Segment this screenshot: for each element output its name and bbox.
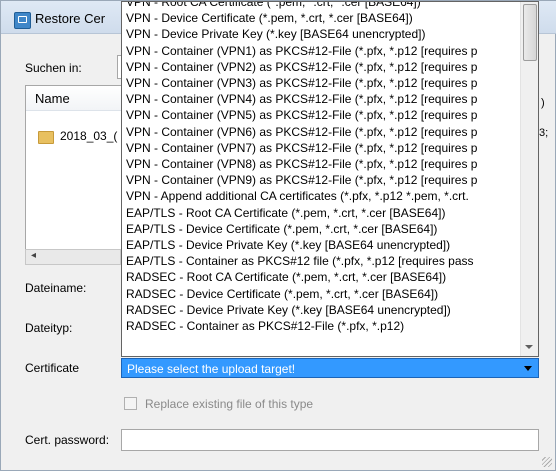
restore-certificate-dialog: Restore Cer Suchen in: Name 2018_03_( ) … (0, 0, 556, 471)
dropdown-option[interactable]: VPN - Container (VPN7) as PKCS#12-File (… (126, 141, 522, 156)
dropdown-scrollbar[interactable] (520, 2, 538, 356)
replace-existing-checkbox[interactable] (124, 397, 137, 410)
look-in-label: Suchen in: (25, 61, 82, 75)
column-header-label: Name (35, 91, 70, 106)
dropdown-option[interactable]: VPN - Container (VPN6) as PKCS#12-File (… (126, 125, 522, 140)
cert-password-label: Cert. password: (25, 433, 110, 447)
file-list-item[interactable]: 2018_03_( (60, 129, 117, 143)
dropdown-option[interactable]: VPN - Container (VPN9) as PKCS#12-File (… (126, 173, 522, 188)
right-fragment-2: 3; (539, 127, 549, 139)
dropdown-option[interactable]: RADSEC - Device Private Key (*.key [BASE… (126, 303, 522, 318)
dropdown-option[interactable]: VPN - Device Private Key (*.key [BASE64 … (126, 27, 522, 42)
dropdown-option[interactable]: EAP/TLS - Container as PKCS#12 file (*.p… (126, 254, 522, 269)
dropdown-option[interactable]: VPN - Container (VPN4) as PKCS#12-File (… (126, 92, 522, 107)
dropdown-option[interactable]: VPN - Container (VPN5) as PKCS#12-File (… (126, 108, 522, 123)
dropdown-option[interactable]: VPN - Append additional CA certificates … (126, 189, 522, 204)
certificate-select-value: Please select the upload target! (127, 362, 296, 376)
folder-icon (38, 131, 54, 144)
dropdown-option[interactable]: RADSEC - Device Certificate (*.pem, *.cr… (126, 287, 522, 302)
certificate-app-icon (14, 12, 31, 29)
dropdown-option[interactable]: RADSEC - Container as PKCS#12-File (*.pf… (126, 319, 522, 334)
dropdown-option[interactable]: RADSEC - Root CA Certificate (*.pem, *.c… (126, 270, 522, 285)
scrollbar-thumb[interactable] (523, 4, 537, 61)
dropdown-option[interactable]: VPN - Device Certificate (*.pem, *.crt, … (126, 11, 522, 26)
file-list-right-edge: ) 3; (539, 85, 549, 145)
window-title: Restore Cer (35, 11, 106, 26)
resize-grip-icon[interactable] (542, 457, 552, 467)
replace-existing-label: Replace existing file of this type (145, 397, 314, 411)
certificate-dropdown-list[interactable]: VPN - Root CA Certificate (*.pem, *.crt,… (121, 1, 539, 357)
dropdown-option[interactable]: VPN - Container (VPN2) as PKCS#12-File (… (126, 60, 522, 75)
dropdown-option[interactable]: EAP/TLS - Root CA Certificate (*.pem, *.… (126, 206, 522, 221)
file-list[interactable]: Name 2018_03_( (25, 85, 122, 255)
dropdown-option[interactable]: VPN - Container (VPN8) as PKCS#12-File (… (126, 157, 522, 172)
dropdown-option[interactable]: VPN - Root CA Certificate (*.pem, *.crt,… (126, 2, 522, 10)
horizontal-scrollbar[interactable]: ◂ (25, 249, 121, 265)
dropdown-option[interactable]: VPN - Container (VPN1) as PKCS#12-File (… (126, 44, 522, 59)
scroll-down-icon[interactable] (525, 345, 533, 349)
certificate-select[interactable]: Please select the upload target! (121, 358, 539, 378)
dropdown-option[interactable]: EAP/TLS - Device Private Key (*.key [BAS… (126, 238, 522, 253)
cert-password-field[interactable] (121, 429, 539, 451)
right-fragment-1: ) (541, 97, 545, 109)
dropdown-option[interactable]: VPN - Container (VPN3) as PKCS#12-File (… (126, 76, 522, 91)
scroll-left-icon[interactable]: ◂ (31, 250, 36, 261)
dropdown-option[interactable]: EAP/TLS - Device Certificate (*.pem, *.c… (126, 222, 522, 237)
chevron-down-icon[interactable] (524, 366, 532, 371)
certificate-label: Certificate (25, 361, 80, 375)
column-header-name[interactable]: Name (26, 86, 122, 111)
file-name-label: Dateiname: (25, 281, 87, 295)
file-type-label: Dateityp: (25, 321, 73, 335)
